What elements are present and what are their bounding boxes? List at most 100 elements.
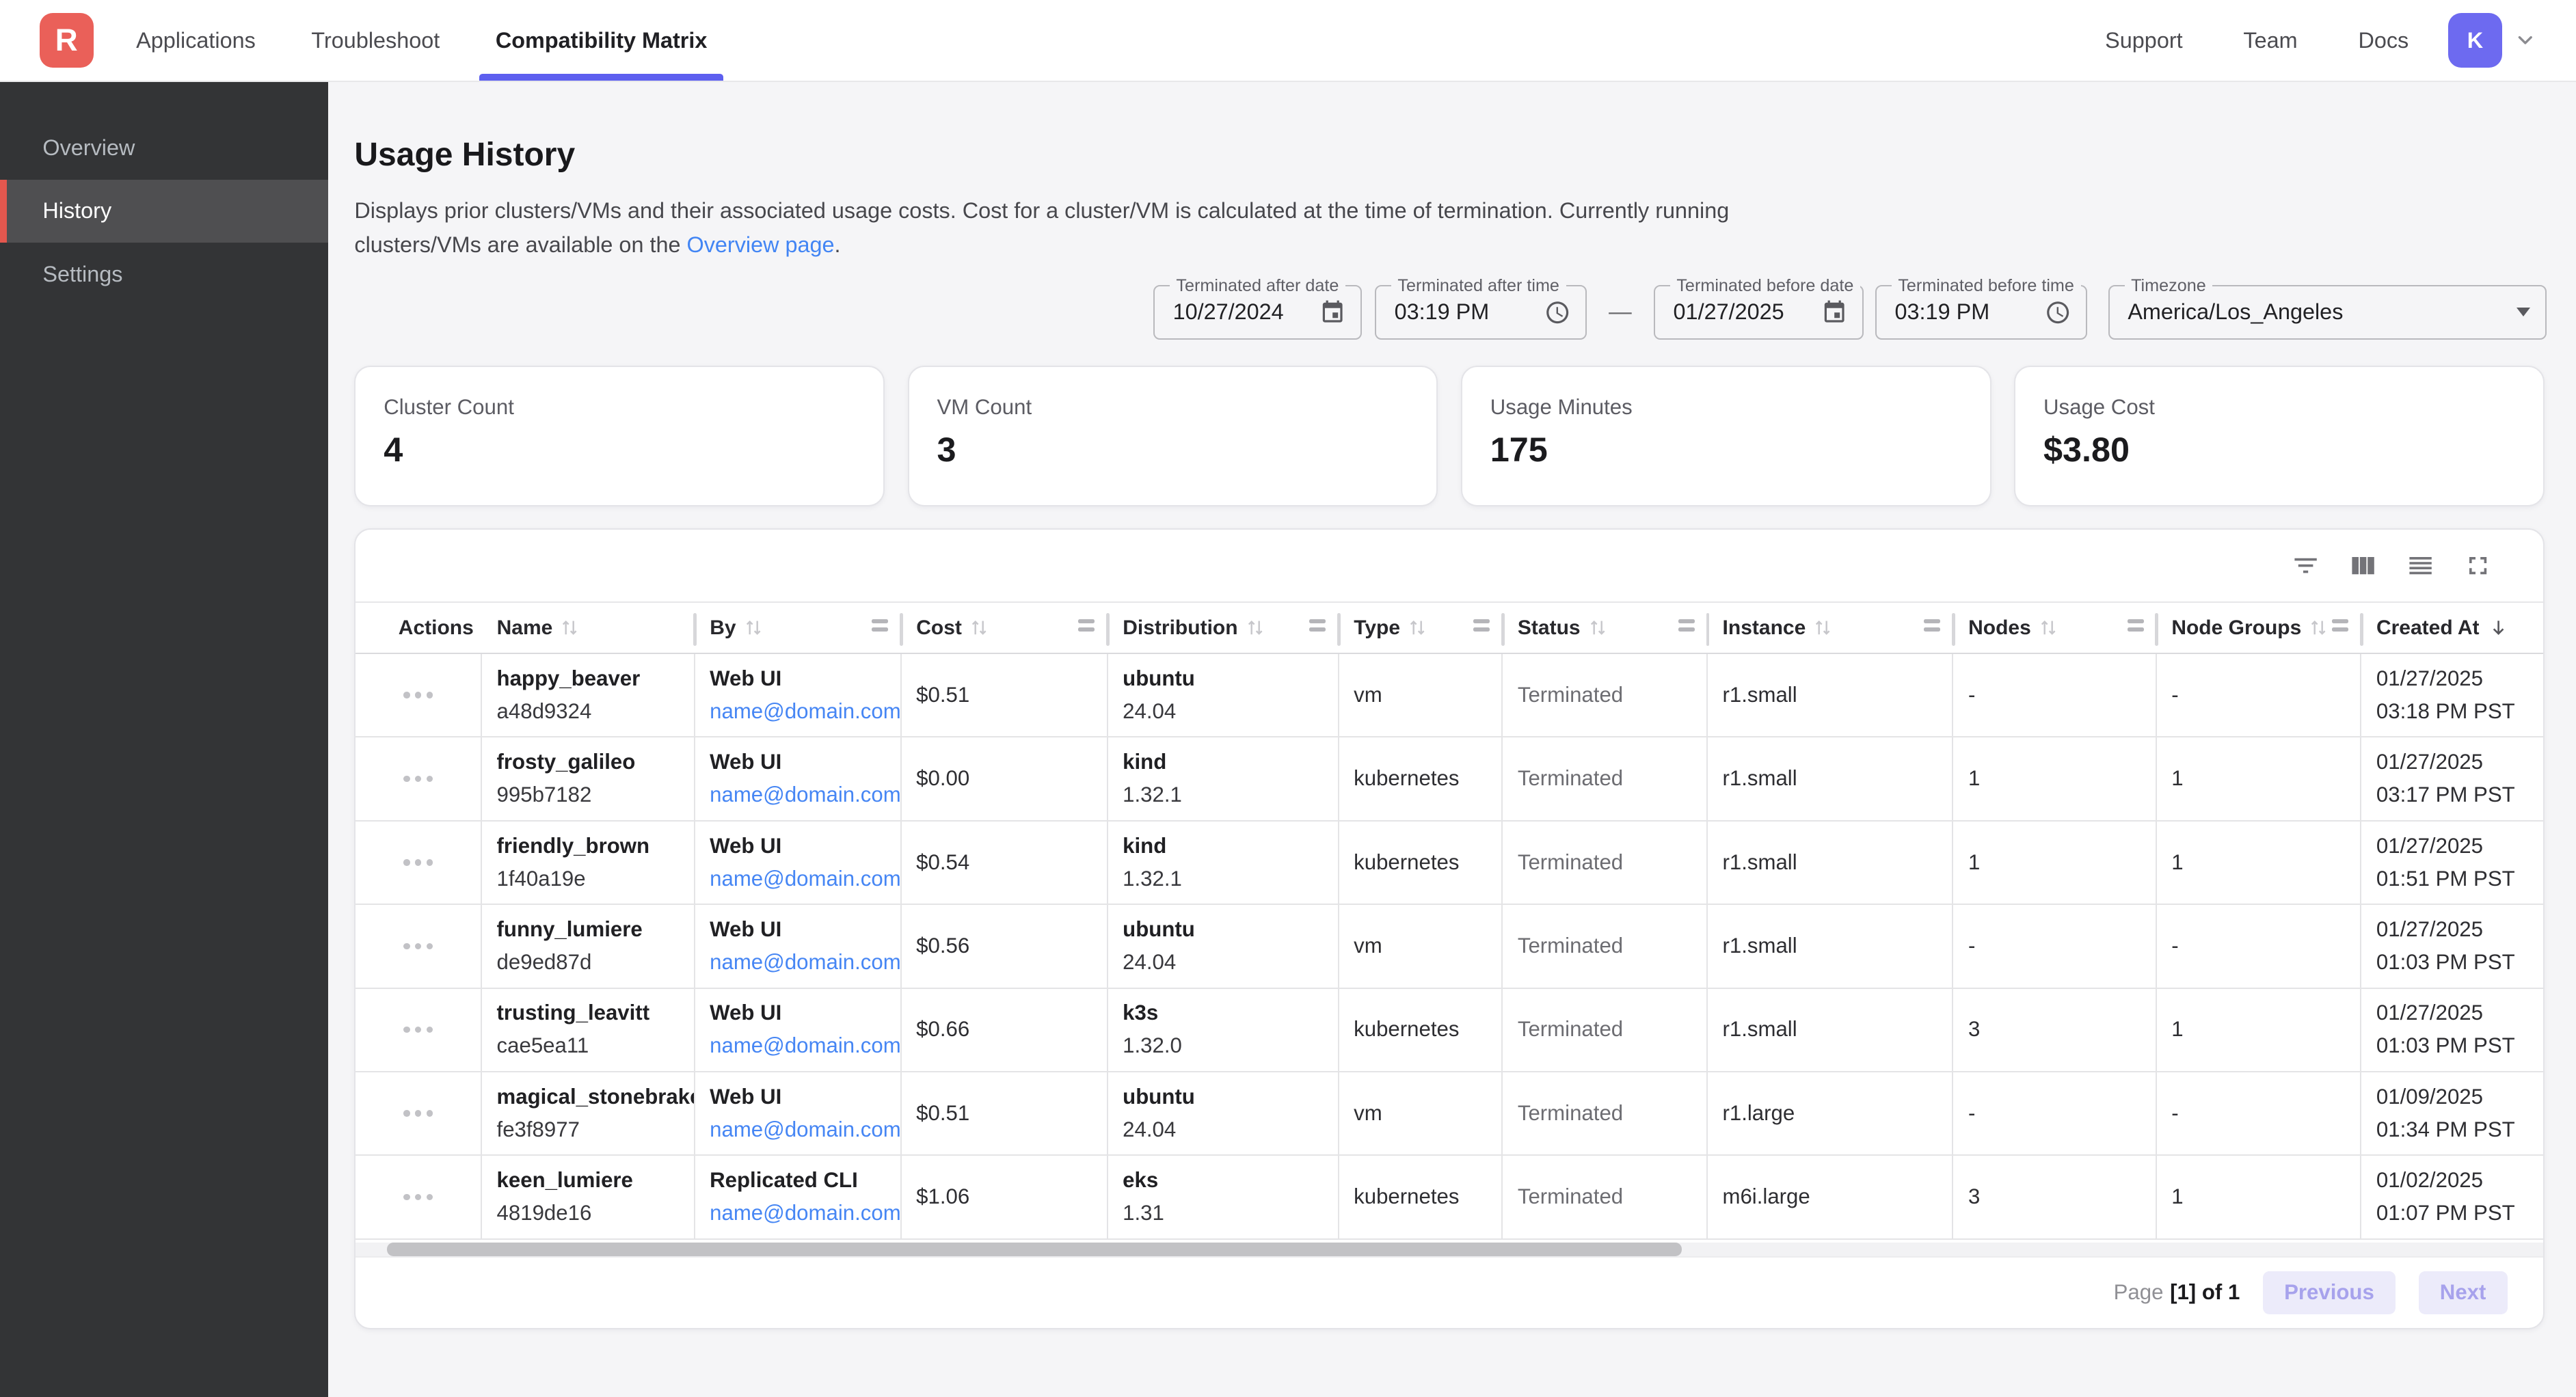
- column-header-name[interactable]: Name: [482, 603, 695, 653]
- row-actions-button[interactable]: [397, 1020, 439, 1040]
- column-menu-icon[interactable]: [1678, 619, 1695, 632]
- column-menu-icon[interactable]: [872, 619, 888, 632]
- column-header-status[interactable]: Status: [1503, 603, 1708, 653]
- column-menu-icon[interactable]: [1473, 619, 1490, 632]
- overview-page-link[interactable]: Overview page: [687, 232, 835, 257]
- column-header-instance[interactable]: Instance: [1708, 603, 1954, 653]
- column-header-distribution[interactable]: Distribution: [1108, 603, 1339, 653]
- status-badge: Terminated: [1518, 681, 1706, 709]
- row-actions-button[interactable]: [397, 686, 439, 705]
- cell-cost: $0.51: [902, 654, 1108, 736]
- calendar-icon[interactable]: [1319, 299, 1345, 325]
- created-by-source: Replicated CLI: [710, 1167, 900, 1195]
- distribution-name: ubuntu: [1123, 665, 1337, 693]
- column-label: Cost: [916, 616, 962, 640]
- row-actions-button[interactable]: [397, 936, 439, 956]
- clock-icon[interactable]: [1544, 299, 1570, 325]
- page-description: Displays prior clusters/VMs and their as…: [354, 193, 2576, 262]
- distribution-version: 1.32.1: [1123, 865, 1337, 893]
- row-actions-button[interactable]: [397, 1187, 439, 1207]
- column-menu-icon[interactable]: [1924, 619, 1940, 632]
- nav-link-team[interactable]: Team: [2243, 28, 2297, 53]
- terminated-after-time-field[interactable]: Terminated after time 03:19 PM: [1375, 285, 1587, 339]
- sort-icon: [1408, 618, 1426, 638]
- nav-link-support[interactable]: Support: [2105, 28, 2182, 53]
- clock-icon[interactable]: [2045, 299, 2071, 325]
- created-by-email-link[interactable]: name@domain.com: [710, 1199, 900, 1228]
- column-header-created-at[interactable]: Created At: [2361, 603, 2543, 653]
- column-menu-icon[interactable]: [2332, 619, 2348, 632]
- column-header-by[interactable]: By: [695, 603, 902, 653]
- field-label: Terminated after date: [1170, 275, 1345, 297]
- column-label: By: [710, 616, 736, 640]
- row-actions-button[interactable]: [397, 1104, 439, 1124]
- column-header-cost[interactable]: Cost: [902, 603, 1108, 653]
- created-by-email-link[interactable]: name@domain.com: [710, 781, 900, 809]
- calendar-icon[interactable]: [1821, 299, 1847, 325]
- nodes-value: 1: [1968, 765, 2156, 793]
- sidebar-item-overview[interactable]: Overview: [0, 116, 328, 179]
- type-value: vm: [1354, 1100, 1501, 1128]
- cell-instance: r1.small: [1708, 822, 1954, 904]
- sidebar-item-history[interactable]: History: [0, 180, 328, 243]
- sidebar: Overview History Settings: [0, 82, 328, 1397]
- table-header-row: Actions Name By Cost: [355, 601, 2543, 654]
- density-icon[interactable]: [2406, 551, 2435, 580]
- column-menu-icon[interactable]: [1309, 619, 1326, 632]
- created-by-email-link[interactable]: name@domain.com: [710, 1116, 900, 1144]
- distribution-name: ubuntu: [1123, 916, 1337, 944]
- fullscreen-icon[interactable]: [2463, 551, 2493, 580]
- terminated-before-date-field[interactable]: Terminated before date 01/27/2025: [1654, 285, 1864, 339]
- cluster-id: 1f40a19e: [497, 865, 694, 893]
- cell-cost: $1.06: [902, 1156, 1108, 1238]
- cell-type: vm: [1339, 905, 1503, 987]
- created-by-email-link[interactable]: name@domain.com: [710, 1032, 900, 1060]
- cell-created-at: 01/27/2025 03:18 PM PST: [2361, 654, 2543, 736]
- sidebar-item-label: Overview: [42, 135, 135, 161]
- created-by-email-link[interactable]: name@domain.com: [710, 698, 900, 726]
- column-header-type[interactable]: Type: [1339, 603, 1503, 653]
- nav-right: Support Team Docs K: [2105, 13, 2536, 67]
- created-by-email-link[interactable]: name@domain.com: [710, 865, 900, 893]
- sidebar-item-settings[interactable]: Settings: [0, 243, 328, 306]
- nodes-value: -: [1968, 1100, 2156, 1128]
- page-title: Usage History: [354, 136, 2576, 174]
- columns-icon[interactable]: [2348, 551, 2378, 580]
- cell-name: happy_beaver a48d9324: [482, 654, 695, 736]
- instance-value: m6i.large: [1722, 1183, 1952, 1211]
- row-actions-button[interactable]: [397, 769, 439, 789]
- column-header-node-groups[interactable]: Node Groups: [2157, 603, 2362, 653]
- previous-page-button[interactable]: Previous: [2263, 1271, 2396, 1314]
- chevron-down-icon[interactable]: [2514, 29, 2537, 52]
- cell-name: funny_lumiere de9ed87d: [482, 905, 695, 987]
- created-by-email-link[interactable]: name@domain.com: [710, 949, 900, 977]
- column-menu-icon[interactable]: [2128, 619, 2144, 632]
- nav-tabs: Applications Troubleshoot Compatibility …: [108, 0, 735, 81]
- cell-cost: $0.66: [902, 989, 1108, 1071]
- instance-value: r1.small: [1722, 1016, 1952, 1044]
- row-actions-button[interactable]: [397, 853, 439, 873]
- nav-link-docs[interactable]: Docs: [2358, 28, 2409, 53]
- column-header-actions[interactable]: Actions: [355, 603, 482, 653]
- nav-tab-compatibility-matrix[interactable]: Compatibility Matrix: [468, 0, 735, 81]
- column-header-nodes[interactable]: Nodes: [1954, 603, 2157, 653]
- dropdown-arrow-icon[interactable]: [2517, 308, 2530, 316]
- nav-tab-troubleshoot[interactable]: Troubleshoot: [284, 0, 468, 81]
- cell-actions: [355, 905, 482, 987]
- avatar[interactable]: K: [2448, 13, 2502, 67]
- next-page-button[interactable]: Next: [2419, 1271, 2508, 1314]
- cluster-name: magical_stonebraker: [497, 1083, 694, 1111]
- table-row: frosty_galileo 995b7182 Web UI name@doma…: [355, 737, 2543, 821]
- horizontal-scrollbar-thumb[interactable]: [387, 1243, 1682, 1256]
- timezone-select[interactable]: Timezone America/Los_Angeles: [2108, 285, 2547, 339]
- nav-tab-applications[interactable]: Applications: [108, 0, 283, 81]
- page-indicator: [1] of 1: [2170, 1280, 2240, 1305]
- sort-icon: [970, 618, 988, 638]
- terminated-before-time-field[interactable]: Terminated before time 03:19 PM: [1875, 285, 2087, 339]
- cluster-name: trusting_leavitt: [497, 999, 694, 1027]
- column-menu-icon[interactable]: [1078, 619, 1095, 632]
- terminated-after-date-field[interactable]: Terminated after date 10/27/2024: [1153, 285, 1362, 339]
- filter-icon[interactable]: [2291, 551, 2320, 580]
- type-value: kubernetes: [1354, 1183, 1501, 1211]
- replicated-logo[interactable]: R: [40, 13, 94, 67]
